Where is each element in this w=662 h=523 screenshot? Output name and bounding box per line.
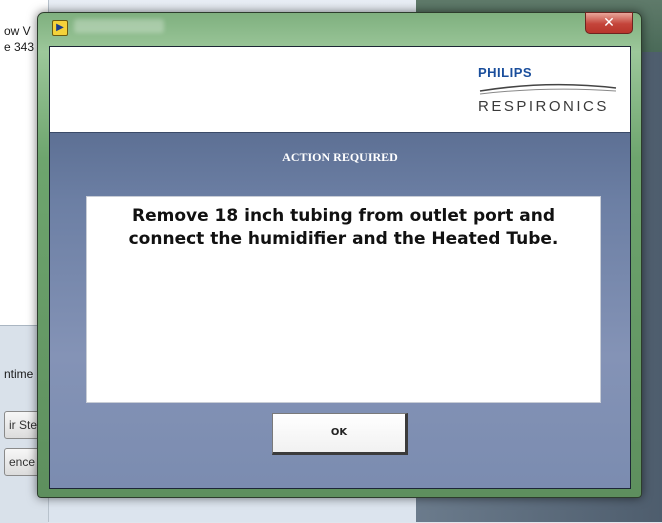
respironics-logo-text: RESPIRONICS	[478, 98, 609, 115]
message-box: Remove 18 inch tubing from outlet port a…	[86, 196, 601, 403]
philips-logo-text: PHILIPS	[478, 65, 533, 80]
action-required-heading: ACTION REQUIRED	[282, 150, 398, 164]
ok-button[interactable]: OK	[272, 413, 408, 455]
logo-band: PHILIPS RESPIRONICS	[50, 47, 630, 133]
background-label: ntime	[4, 367, 34, 381]
background-text-fragment: e 343	[4, 40, 35, 54]
close-icon: ✕	[603, 14, 615, 30]
dialog-title-blurred	[74, 19, 164, 33]
dialog-client-area: PHILIPS RESPIRONICS ACTION REQUIRED Remo…	[49, 46, 631, 489]
close-button[interactable]: ✕	[585, 12, 633, 34]
instruction-message: Remove 18 inch tubing from outlet port a…	[128, 206, 559, 249]
respironics-swoosh-icon	[479, 83, 617, 95]
labview-app-icon[interactable]: ▶	[52, 20, 68, 36]
background-text-fragment: ow V	[4, 24, 31, 38]
action-required-dialog: ▶ ✕ PHILIPS RESPIRONICS ACTION REQUIRED …	[37, 12, 642, 498]
